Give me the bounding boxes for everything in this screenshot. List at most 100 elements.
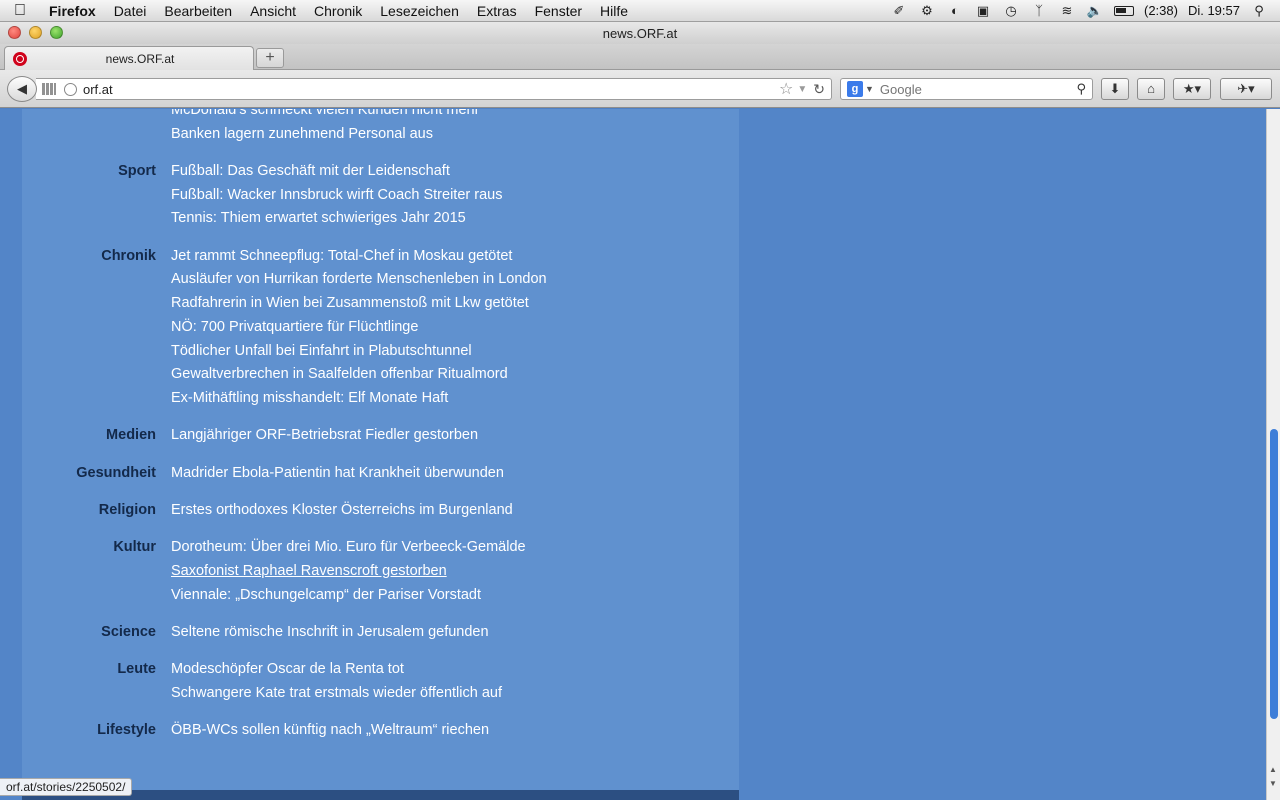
gauge-icon[interactable]: ◐ [946, 3, 964, 19]
reload-icon[interactable]: ↻ [813, 81, 825, 98]
minimize-window-button[interactable] [29, 26, 42, 39]
tab-title: news.ORF.at [105, 51, 175, 66]
zoom-window-button[interactable] [50, 26, 63, 39]
search-input[interactable] [879, 81, 1077, 97]
headline-link[interactable]: ÖBB-WCs sollen künftig nach „Weltraum“ r… [171, 719, 489, 743]
headline-link[interactable]: Modeschöpfer Oscar de la Renta tot [171, 658, 502, 682]
headline-link[interactable]: Ausläufer von Hurrikan forderte Menschen… [171, 268, 547, 292]
section-headlines: McDonald’s schmeckt vielen Kunden nicht … [171, 109, 479, 146]
headline-link[interactable]: NÖ: 700 Privatquartiere für Flüchtlinge [171, 316, 547, 340]
wifi-icon[interactable]: ≋ [1058, 3, 1076, 19]
headline-link[interactable]: McDonald’s schmeckt vielen Kunden nicht … [171, 109, 479, 123]
menu-lesezeichen[interactable]: Lesezeichen [371, 3, 468, 19]
section-category-label[interactable]: Chronik [22, 245, 156, 269]
downloads-button[interactable]: ⬇ [1101, 78, 1129, 100]
headline-link[interactable]: Radfahrerin in Wien bei Zusammenstoß mit… [171, 292, 547, 316]
bluetooth-icon[interactable]: ᛉ [1030, 3, 1048, 19]
volume-icon[interactable]: 🔈 [1086, 3, 1104, 19]
battery-icon[interactable] [1113, 5, 1134, 16]
display-icon[interactable]: ▣ [974, 3, 992, 19]
section-category-label[interactable]: Religion [22, 499, 156, 523]
battery-time: (2:38) [1143, 3, 1178, 18]
section-category-label[interactable]: Sport [22, 160, 156, 184]
site-identity-icon[interactable] [64, 82, 77, 96]
menu-ansicht[interactable]: Ansicht [241, 3, 305, 19]
close-window-button[interactable] [8, 26, 21, 39]
headline-link[interactable]: Seltene römische Inschrift in Jerusalem … [171, 621, 489, 645]
scroll-down-arrow-icon[interactable]: ▼ [1269, 779, 1277, 788]
menu-extras[interactable]: Extras [468, 3, 526, 19]
headline-link[interactable]: Gewaltverbrechen in Saalfelden offenbar … [171, 363, 547, 387]
section-category-label[interactable]: Gesundheit [22, 462, 156, 486]
menu-chronik[interactable]: Chronik [305, 3, 371, 19]
tab-news-orf[interactable]: news.ORF.at [4, 46, 254, 70]
headline-link[interactable]: Jet rammt Schneepflug: Total-Chef in Mos… [171, 245, 547, 269]
tab-bar: news.ORF.at + [0, 44, 1280, 70]
mac-menu-bar:  Firefox Datei Bearbeiten Ansicht Chron… [0, 0, 1280, 22]
sync-icon[interactable]: ⚙ [918, 3, 936, 19]
window-title: news.ORF.at [602, 25, 678, 41]
headline-link[interactable]: Tödlicher Unfall bei Einfahrt in Plabuts… [171, 340, 547, 364]
headline-link[interactable]: Tennis: Thiem erwartet schwieriges Jahr … [171, 207, 502, 231]
navigation-toolbar: orf.at ☆ ▼ ↻ ◀ g ▼ ⚲ ⬇ ⌂ ★▾ ✈▾ [0, 70, 1280, 108]
menu-app-firefox[interactable]: Firefox [40, 3, 105, 19]
section-headlines: Fußball: Das Geschäft mit der Leidenscha… [171, 160, 502, 231]
search-engine-dropdown-icon[interactable]: ▼ [865, 84, 874, 94]
page-content: McDonald’s schmeckt vielen Kunden nicht … [0, 109, 1266, 800]
orf-favicon-icon [13, 51, 27, 66]
menu-bearbeiten[interactable]: Bearbeiten [155, 3, 241, 19]
spotlight-search-icon[interactable]: ⚲ [1250, 3, 1268, 19]
section-category-label[interactable]: Medien [22, 424, 156, 448]
scroll-up-arrow-icon[interactable]: ▲ [1269, 765, 1277, 774]
google-engine-icon[interactable]: g [847, 81, 863, 97]
home-icon: ⌂ [1147, 81, 1155, 96]
vertical-scrollbar[interactable]: ▲ ▼ [1266, 109, 1280, 800]
section-category-label[interactable]: Science [22, 621, 156, 645]
url-history-dropdown-icon[interactable]: ▼ [797, 84, 807, 95]
download-arrow-icon: ⬇ [1109, 81, 1121, 96]
headline-link[interactable]: Banken lagern zunehmend Personal aus [171, 123, 479, 147]
headline-link[interactable]: Fußball: Wacker Innsbruck wirft Coach St… [171, 184, 502, 208]
menu-hilfe[interactable]: Hilfe [591, 3, 637, 19]
search-bar[interactable]: g ▼ ⚲ [840, 78, 1093, 100]
section-headlines: Erstes orthodoxes Kloster Österreichs im… [171, 499, 513, 523]
headline-link[interactable]: Fußball: Das Geschäft mit der Leidenscha… [171, 160, 502, 184]
section-category-label[interactable]: Lifestyle [22, 719, 156, 743]
addon-icon: ✈▾ [1237, 81, 1255, 96]
home-button[interactable]: ⌂ [1137, 78, 1165, 100]
bookmarks-library-icon[interactable] [42, 83, 56, 95]
search-icon[interactable]: ⚲ [1076, 81, 1086, 97]
headline-link[interactable]: Langjähriger ORF-Betriebsrat Fiedler ges… [171, 424, 478, 448]
bookmarks-star-icon: ★▾ [1182, 81, 1202, 96]
script-icon[interactable]: ✐ [890, 3, 908, 19]
menu-status-area: ✐ ⚙ ◐ ▣ ◷ ᛉ ≋ 🔈 (2:38) Di. 19:57 ⚲ [890, 3, 1280, 19]
headline-link[interactable]: Ex-Mithäftling misshandelt: Elf Monate H… [171, 387, 547, 411]
menu-datei[interactable]: Datei [105, 3, 156, 19]
bookmarks-menu-button[interactable]: ★▾ [1173, 78, 1211, 100]
window-title-bar: news.ORF.at [0, 22, 1280, 44]
addon-menu-button[interactable]: ✈▾ [1220, 78, 1272, 100]
headline-link[interactable]: Viennale: „Dschungelcamp“ der Pariser Vo… [171, 584, 526, 608]
section-headlines: ÖBB-WCs sollen künftig nach „Weltraum“ r… [171, 719, 489, 743]
section-headlines: Langjähriger ORF-Betriebsrat Fiedler ges… [171, 424, 478, 448]
headline-link[interactable]: Madrider Ebola-Patientin hat Krankheit ü… [171, 462, 504, 486]
time-machine-icon[interactable]: ◷ [1002, 3, 1020, 19]
apple-menu-icon[interactable]:  [0, 2, 40, 20]
link-status-bar: orf.at/stories/2250502/ [0, 778, 133, 796]
headline-link[interactable]: Schwangere Kate trat erstmals wieder öff… [171, 682, 502, 706]
headline-link[interactable]: Erstes orthodoxes Kloster Österreichs im… [171, 499, 513, 523]
section-category-label[interactable]: Kultur [22, 536, 156, 560]
section-headlines: Jet rammt Schneepflug: Total-Chef in Mos… [171, 245, 547, 411]
bookmark-star-icon[interactable]: ☆ [779, 79, 793, 99]
address-bar[interactable]: orf.at ☆ ▼ ↻ [36, 78, 832, 100]
scrollbar-thumb[interactable] [1270, 429, 1278, 719]
back-button[interactable]: ◀ [7, 76, 37, 102]
menu-fenster[interactable]: Fenster [526, 3, 591, 19]
section-headlines: Seltene römische Inschrift in Jerusalem … [171, 621, 489, 645]
clock[interactable]: Di. 19:57 [1188, 3, 1240, 18]
headline-link[interactable]: Dorotheum: Über drei Mio. Euro für Verbe… [171, 536, 526, 560]
url-text[interactable]: orf.at [83, 82, 779, 97]
headline-link[interactable]: Saxofonist Raphael Ravenscroft gestorben [171, 560, 526, 584]
section-category-label[interactable]: Leute [22, 658, 156, 682]
new-tab-button[interactable]: + [256, 48, 284, 68]
